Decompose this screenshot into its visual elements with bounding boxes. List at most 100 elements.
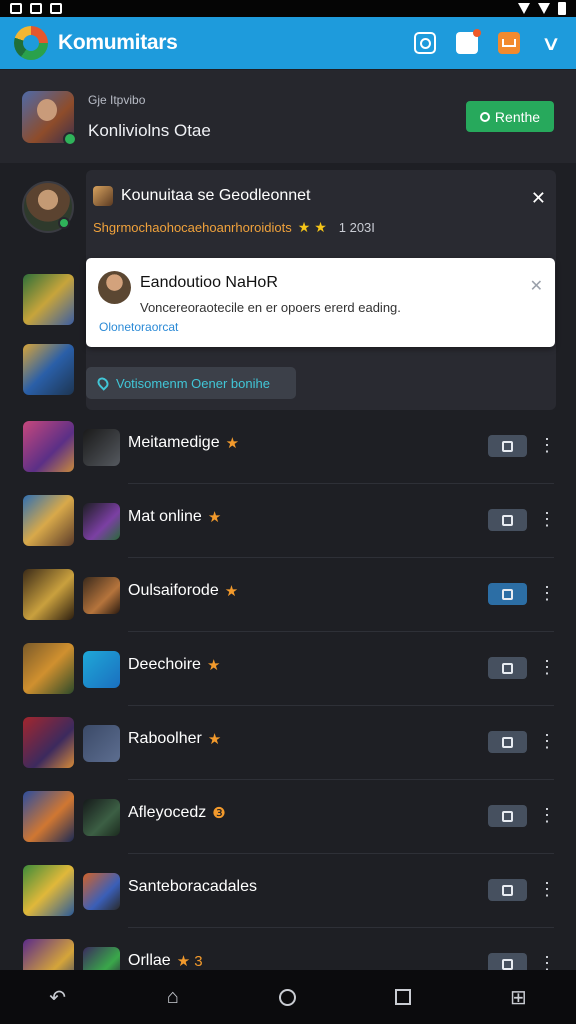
- list-item[interactable]: Deechoire ★ ⋮: [0, 632, 576, 706]
- app-title: Komumitars: [58, 31, 178, 54]
- more-options-icon[interactable]: ⋮: [538, 732, 556, 750]
- lock-icon: [502, 736, 513, 748]
- avatar[interactable]: [22, 90, 77, 146]
- game-thumbnail[interactable]: [23, 421, 74, 472]
- list-item-title: Deechoire: [128, 656, 201, 673]
- lock-button[interactable]: [488, 879, 527, 901]
- game-thumbnail[interactable]: [23, 643, 74, 694]
- notification-title: Kounuitaa se Geodleonnet: [121, 187, 311, 204]
- profile-name: Konliviolns Otae: [88, 120, 211, 140]
- more-options-icon[interactable]: ⋮: [538, 880, 556, 898]
- list-item-label: Meitamedige ★: [128, 434, 239, 452]
- follow-button[interactable]: Renthe: [466, 101, 554, 132]
- back-icon[interactable]: ↶: [47, 986, 69, 1009]
- notification-avatar[interactable]: [22, 181, 74, 233]
- list-item-label: Mat online ★: [128, 508, 221, 526]
- online-status-icon: [58, 217, 70, 229]
- action-button-label: Votisomenm Oener bonihe: [116, 375, 270, 391]
- list-item-label: Santeboracadales: [128, 878, 257, 896]
- list-item-title: Orllae: [128, 952, 171, 969]
- square-icon: [395, 989, 412, 1005]
- game-thumbnail[interactable]: [23, 791, 74, 842]
- list-item[interactable]: Oulsaiforode ★ ⋮: [0, 558, 576, 632]
- lock-button[interactable]: [488, 583, 527, 605]
- list-item-label: Orllae ★ 3: [128, 952, 203, 970]
- side-tiles: [23, 274, 74, 414]
- game-icon: [83, 873, 120, 910]
- star-icon: ★ 3: [176, 953, 203, 970]
- lock-button[interactable]: [488, 805, 527, 827]
- list-item-title: Afleyocedz: [128, 804, 207, 821]
- lock-button[interactable]: [488, 731, 527, 753]
- more-options-icon[interactable]: ⋮: [538, 806, 556, 824]
- notification-icon: [10, 3, 22, 14]
- inbox-icon[interactable]: [498, 32, 520, 54]
- more-options-icon[interactable]: ⋮: [538, 436, 556, 454]
- list-item-title: Oulsaiforode: [128, 582, 219, 599]
- signal-icon: [538, 3, 550, 14]
- profile-header: Gje Itpvibo Konliviolns Otae Renthe: [0, 70, 576, 163]
- list-item-label: Raboolher ★: [128, 730, 221, 748]
- notification-icon: [50, 3, 62, 14]
- game-thumbnail[interactable]: [23, 569, 74, 620]
- circle-icon: [279, 988, 297, 1006]
- follow-button-label: Renthe: [494, 108, 541, 125]
- more-options-icon[interactable]: ⋮: [538, 658, 556, 676]
- game-thumbnail[interactable]: [23, 865, 74, 916]
- lock-icon: [502, 810, 513, 822]
- lock-button[interactable]: [488, 509, 527, 531]
- more-options-icon[interactable]: ⋮: [538, 584, 556, 602]
- recents-icon[interactable]: [392, 986, 414, 1008]
- game-thumbnail[interactable]: [23, 717, 74, 768]
- app-bar: Komumitars ∨: [0, 17, 576, 69]
- lock-icon: [502, 958, 513, 970]
- list-item-label: Afleyocedz ❸: [128, 804, 226, 822]
- star-icon: ★: [207, 509, 222, 526]
- chevron-down-icon[interactable]: ∨: [536, 32, 567, 55]
- list-item[interactable]: Raboolher ★ ⋮: [0, 706, 576, 780]
- apps-icon[interactable]: ⊞: [507, 986, 529, 1009]
- lock-icon: [502, 588, 513, 600]
- star-icon: ★: [224, 583, 239, 600]
- popup-link[interactable]: Olonetoraorcat: [99, 320, 178, 334]
- list-item[interactable]: Mat online ★ ⋮: [0, 484, 576, 558]
- circle-icon: [479, 111, 490, 122]
- lock-icon: [502, 440, 513, 452]
- lock-icon: [502, 514, 513, 526]
- status-right-icons: [518, 2, 566, 15]
- star-icon: ★: [206, 657, 221, 674]
- home-icon[interactable]: ⌂: [162, 986, 184, 1008]
- list-item-title: Santeboracadales: [128, 878, 257, 895]
- list-item[interactable]: Meitamedige ★ ⋮: [0, 410, 576, 484]
- game-icon: [83, 651, 120, 688]
- app-logo-icon: [14, 26, 48, 60]
- close-icon[interactable]: ✕: [530, 276, 543, 296]
- circle-home-icon[interactable]: [277, 986, 299, 1008]
- list-item-title: Mat online: [128, 508, 202, 525]
- more-options-icon[interactable]: ⋮: [538, 510, 556, 528]
- game-thumbnail[interactable]: [23, 495, 74, 546]
- lock-icon: [502, 662, 513, 674]
- list-item[interactable]: Santeboracadales ⋮: [0, 854, 576, 928]
- system-nav-bar: ↶ ⌂ ⊞: [0, 970, 576, 1024]
- notification-icon: [30, 3, 42, 14]
- popup-title: Eandoutioo NaHoR: [140, 274, 278, 291]
- popup-description: Voncereoraotecile en er opoers ererd ead…: [140, 300, 401, 315]
- list-item[interactable]: Afleyocedz ❸ ⋮: [0, 780, 576, 854]
- close-icon[interactable]: ✕: [531, 188, 546, 209]
- list-item-label: Deechoire ★: [128, 656, 220, 674]
- notification-subline: Shgrmochaohocaehoanrhoroidiots ★ ★ 1 203…: [93, 219, 375, 236]
- action-button[interactable]: Votisomenm Oener bonihe: [86, 367, 296, 399]
- game-icon: [83, 429, 120, 466]
- camera-icon[interactable]: [414, 32, 436, 54]
- list-item-title: Raboolher: [128, 730, 202, 747]
- status-left-icons: [10, 3, 62, 14]
- lock-button[interactable]: [488, 657, 527, 679]
- list-item-title: Meitamedige: [128, 434, 220, 451]
- shield-icon[interactable]: [456, 29, 481, 54]
- lock-button[interactable]: [488, 435, 527, 457]
- game-thumbnail[interactable]: [23, 344, 74, 395]
- game-thumbnail[interactable]: [23, 274, 74, 325]
- rating-stars: ★ ★: [297, 219, 327, 235]
- notification-count: 1 203I: [338, 220, 375, 235]
